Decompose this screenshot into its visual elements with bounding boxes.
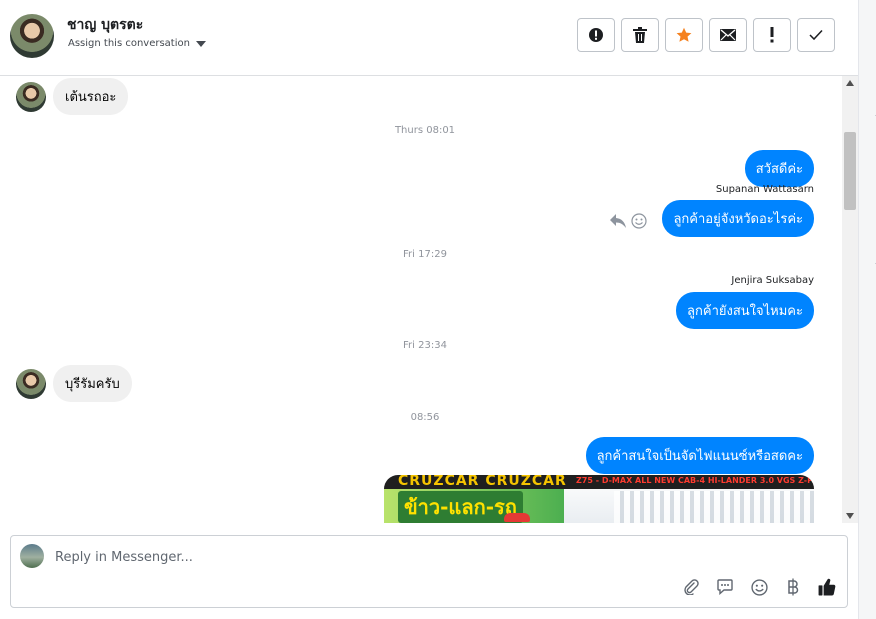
alert-circle-icon bbox=[589, 28, 603, 42]
scroll-down-arrow-icon[interactable] bbox=[846, 513, 854, 519]
thread-scrollbar[interactable] bbox=[842, 76, 858, 523]
saved-replies-button[interactable] bbox=[715, 577, 735, 597]
reply-icon[interactable] bbox=[610, 214, 626, 228]
reply-composer bbox=[10, 535, 848, 608]
scroll-up-arrow-icon[interactable] bbox=[846, 80, 854, 86]
smiley-icon bbox=[750, 578, 768, 596]
message-timestamp: Thurs 08:01 bbox=[394, 125, 456, 136]
outgoing-message-bubble[interactable]: ลูกค้าอยู่จังหวัดอะไรค่ะ bbox=[662, 200, 814, 237]
attachment-ticker-text: Z75 - D-MAX ALL NEW CAB-4 HI-LANDER 3.0 … bbox=[576, 476, 814, 485]
payment-button[interactable] bbox=[783, 577, 803, 597]
star-button[interactable] bbox=[665, 18, 703, 52]
outgoing-message-bubble[interactable]: ลูกค้าสนใจเป็นจัดไฟแนนซ์หรือสดคะ bbox=[585, 437, 814, 474]
message-timestamp: Fri 17:29 bbox=[403, 249, 447, 260]
incoming-message: เต้นรถอะ bbox=[16, 78, 129, 115]
image-attachment[interactable]: CRUZCAR CRUZCAR Z75 - D-MAX ALL NEW CAB-… bbox=[384, 475, 814, 523]
sender-name: Jenjira Suksabay bbox=[731, 275, 814, 286]
conversation-toolbar bbox=[577, 18, 835, 52]
composer-toolbar bbox=[681, 577, 837, 597]
emoji-button[interactable] bbox=[749, 577, 769, 597]
contact-avatar-small[interactable] bbox=[16, 81, 46, 112]
reply-input[interactable] bbox=[55, 548, 815, 566]
thumbs-up-icon bbox=[818, 578, 836, 596]
mark-done-button[interactable] bbox=[797, 18, 835, 52]
outgoing-message-bubble[interactable]: สวัสดีค่ะ bbox=[744, 150, 814, 187]
caret-down-icon bbox=[195, 40, 206, 47]
trash-icon bbox=[633, 27, 647, 43]
message-thread[interactable]: เต้นรถอะ Thurs 08:01 สวัสดีค่ะ Supanan W… bbox=[0, 76, 842, 523]
assign-conversation-dropdown[interactable]: Assign this conversation bbox=[68, 38, 206, 49]
attach-file-button[interactable] bbox=[681, 577, 701, 597]
attachment-brand-text: CRUZCAR CRUZCAR bbox=[398, 475, 567, 489]
star-icon bbox=[676, 27, 692, 42]
scroll-thumb[interactable] bbox=[844, 132, 856, 210]
contact-name[interactable]: ชาญ บุตรตะ bbox=[67, 14, 143, 36]
follow-up-button[interactable] bbox=[753, 18, 791, 52]
like-button[interactable] bbox=[817, 577, 837, 597]
message-timestamp: 08:56 bbox=[410, 412, 440, 423]
message-bubble[interactable]: เต้นรถอะ bbox=[53, 78, 129, 115]
checkmark-icon bbox=[809, 29, 823, 41]
mark-spam-button[interactable] bbox=[577, 18, 615, 52]
conversation-header: ชาญ บุตรตะ Assign this conversation bbox=[0, 0, 858, 76]
side-panel-edge bbox=[858, 0, 876, 619]
paperclip-icon bbox=[684, 579, 699, 595]
message-actions bbox=[610, 213, 647, 229]
incoming-message: บุรีรัมครับ bbox=[16, 365, 132, 402]
page-avatar bbox=[20, 544, 44, 568]
assign-label: Assign this conversation bbox=[68, 38, 190, 49]
delete-button[interactable] bbox=[621, 18, 659, 52]
exclamation-icon bbox=[770, 27, 774, 43]
envelope-icon bbox=[720, 29, 736, 41]
message-timestamp: Fri 23:34 bbox=[403, 340, 447, 351]
car-graphic bbox=[504, 513, 530, 522]
contact-avatar[interactable] bbox=[10, 14, 54, 58]
message-bubble[interactable]: บุรีรัมครับ bbox=[53, 365, 132, 402]
sender-name: Supanan Wattasarn bbox=[715, 184, 814, 195]
speech-bubble-icon bbox=[717, 579, 733, 595]
showroom-lights-graphic bbox=[614, 491, 814, 523]
contact-avatar-small[interactable] bbox=[16, 368, 46, 399]
mark-unread-button[interactable] bbox=[709, 18, 747, 52]
baht-icon bbox=[788, 578, 799, 596]
outgoing-message-bubble[interactable]: ลูกค้ายังสนใจไหมคะ bbox=[676, 292, 814, 329]
emoji-reaction-icon[interactable] bbox=[631, 213, 647, 229]
